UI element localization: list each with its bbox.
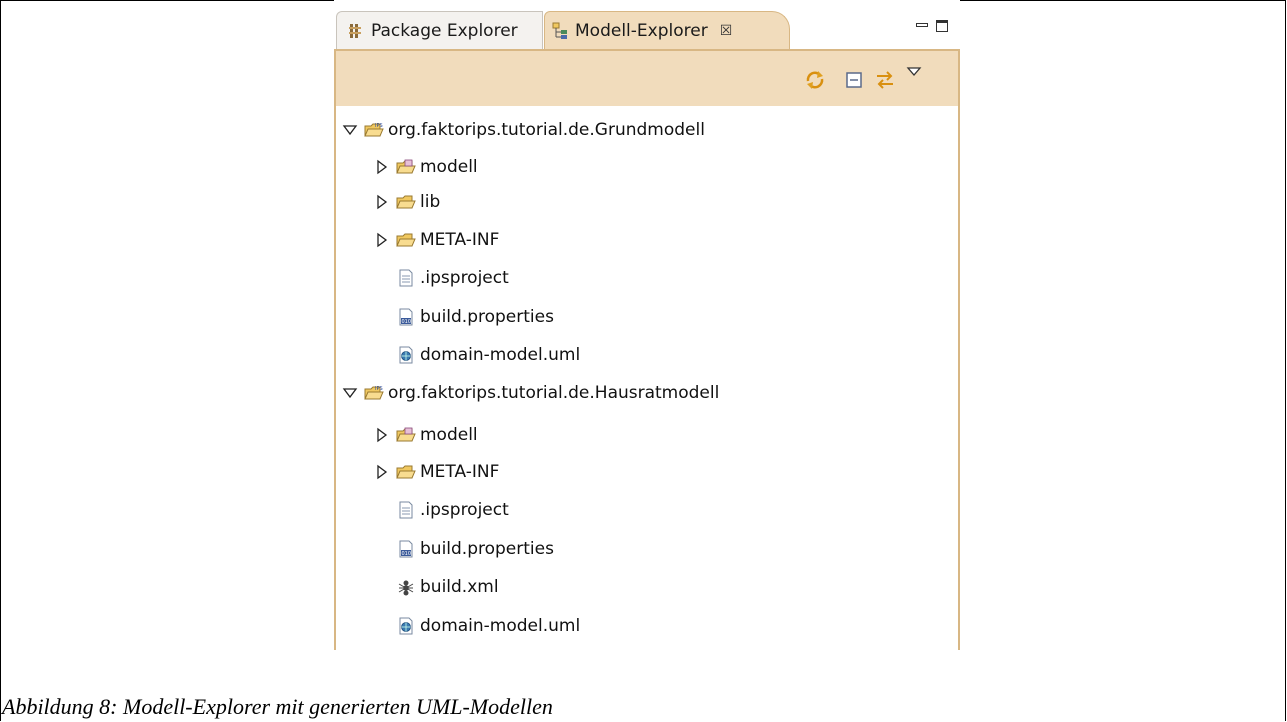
tree-item-label: domain-model.uml: [420, 616, 581, 636]
ant-file-icon: [396, 578, 416, 596]
collapse-all-icon[interactable]: [844, 69, 866, 91]
tab-modell-explorer[interactable]: Modell-Explorer ☒: [544, 11, 790, 49]
figure-caption: Abbildung 8: Modell-Explorer mit generie…: [2, 694, 553, 719]
text-file-icon: [396, 269, 416, 287]
tree-item-label: META-INF: [420, 230, 500, 250]
close-icon[interactable]: ☒: [720, 23, 733, 39]
window-controls: [916, 20, 948, 32]
tree-item-label: modell: [420, 425, 478, 445]
tree-item-label: META-INF: [420, 462, 500, 482]
sync-icon[interactable]: [804, 69, 826, 91]
tree-item-label: lib: [420, 192, 441, 212]
tree-item-build-properties[interactable]: 010 build.properties: [396, 302, 554, 332]
modell-explorer-view: Package Explorer Modell-Explorer ☒ IPS o…: [334, 0, 960, 650]
tree-project-grundmodell[interactable]: IPS org.faktorips.tutorial.de.Grundmodel…: [342, 115, 705, 145]
uml-file-icon: [396, 346, 416, 364]
tree-item-ipsproject[interactable]: .ipsproject: [396, 263, 509, 293]
tree-item-meta-inf[interactable]: META-INF: [374, 225, 499, 255]
svg-text:IPS: IPS: [375, 386, 383, 392]
svg-text:IPS: IPS: [375, 123, 383, 129]
tree-item-meta-inf[interactable]: META-INF: [374, 457, 499, 487]
package-folder-icon: [396, 158, 416, 176]
link-with-editor-icon[interactable]: [874, 69, 896, 91]
tree-item-domain-model-uml[interactable]: domain-model.uml: [396, 611, 580, 641]
tree-item-label: org.faktorips.tutorial.de.Hausratmodell: [388, 383, 720, 403]
ips-project-icon: IPS: [364, 384, 384, 402]
folder-icon: [396, 193, 416, 211]
uml-file-icon: [396, 617, 416, 635]
folder-icon: [396, 231, 416, 249]
collapsed-twisty-icon[interactable]: [374, 159, 390, 175]
tree-item-build-properties[interactable]: 010 build.properties: [396, 534, 554, 564]
modell-explorer-icon: [551, 22, 569, 40]
text-file-icon: [396, 501, 416, 519]
view-menu-icon[interactable]: [906, 63, 928, 85]
package-folder-icon: [396, 426, 416, 444]
tree-item-label: build.xml: [420, 577, 499, 597]
expanded-twisty-icon[interactable]: [342, 122, 358, 138]
tree-item-label: .ipsproject: [420, 500, 509, 520]
tree-item-domain-model-uml[interactable]: domain-model.uml: [396, 340, 580, 370]
tree-item-label: modell: [420, 157, 478, 177]
collapsed-twisty-icon[interactable]: [374, 464, 390, 480]
tree-item-build-xml[interactable]: build.xml: [396, 572, 499, 602]
collapsed-twisty-icon[interactable]: [374, 194, 390, 210]
tree-item-label: org.faktorips.tutorial.de.Grundmodell: [388, 120, 705, 140]
tree-item-modell[interactable]: modell: [374, 152, 478, 182]
collapsed-twisty-icon[interactable]: [374, 232, 390, 248]
view-toolbar: [334, 51, 960, 106]
tree-item-label: .ipsproject: [420, 268, 509, 288]
package-explorer-icon: [347, 22, 365, 40]
properties-file-icon: 010: [396, 308, 416, 326]
tree-item-label: domain-model.uml: [420, 345, 581, 365]
tree-item-modell[interactable]: modell: [374, 420, 478, 450]
properties-file-icon: 010: [396, 540, 416, 558]
maximize-icon[interactable]: [936, 20, 948, 32]
folder-icon: [396, 463, 416, 481]
minimize-icon[interactable]: [916, 23, 928, 27]
collapsed-twisty-icon[interactable]: [374, 427, 390, 443]
ips-project-icon: IPS: [364, 121, 384, 139]
tree-item-lib[interactable]: lib: [374, 187, 440, 217]
tree-project-hausratmodell[interactable]: IPS org.faktorips.tutorial.de.Hausratmod…: [342, 378, 719, 408]
tab-modell-explorer-label: Modell-Explorer: [575, 20, 708, 41]
tab-package-explorer-label: Package Explorer: [371, 20, 518, 41]
tree-item-ipsproject[interactable]: .ipsproject: [396, 495, 509, 525]
svg-text:010: 010: [402, 319, 412, 325]
project-tree: IPS org.faktorips.tutorial.de.Grundmodel…: [334, 106, 960, 650]
tree-item-label: build.properties: [420, 539, 554, 559]
tab-package-explorer[interactable]: Package Explorer: [336, 11, 543, 49]
expanded-twisty-icon[interactable]: [342, 385, 358, 401]
svg-text:010: 010: [402, 551, 412, 557]
tree-item-label: build.properties: [420, 307, 554, 327]
